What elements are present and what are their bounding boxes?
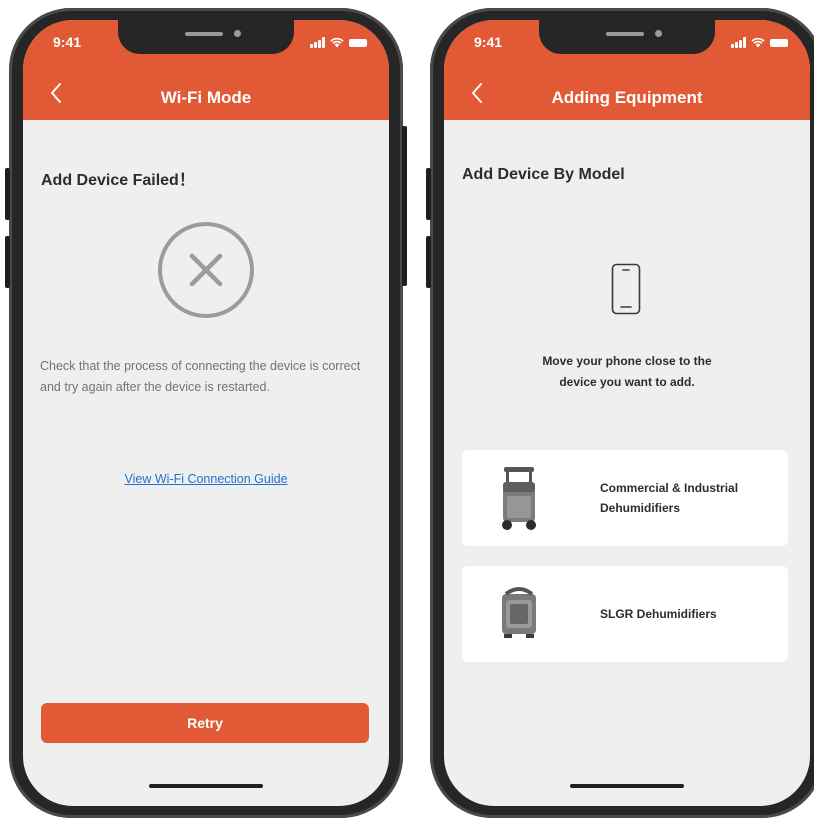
hint-line-2: device you want to add. xyxy=(559,375,695,389)
dehumidifier-tall-icon xyxy=(502,467,536,530)
wifi-mode-screen: 9:41 Wi-Fi Mode Add Device Failed！ Check… xyxy=(23,20,389,806)
status-icons xyxy=(310,34,367,48)
home-indicator xyxy=(570,784,684,788)
nav-header: 9:41 xyxy=(444,20,810,120)
status-time: 9:41 xyxy=(53,34,82,50)
adding-equipment-screen: 9:41 Adding Equipment Add Device By Mode… xyxy=(444,20,810,806)
model-label: Commercial & Industrial Dehumidifiers xyxy=(600,481,739,515)
front-camera xyxy=(655,30,662,37)
volume-down-button xyxy=(5,236,10,288)
status-time: 9:41 xyxy=(474,34,503,50)
nav-header: 9:41 xyxy=(23,20,389,120)
volume-up-button xyxy=(5,168,10,220)
stage: 9:41 Wi-Fi Mode Add Device Failed！ Check… xyxy=(0,0,814,824)
wifi-icon xyxy=(751,37,765,48)
smartphone-icon xyxy=(611,263,641,315)
speaker-grille xyxy=(606,32,644,36)
nav-title: Wi-Fi Mode xyxy=(160,88,252,107)
volume-down-button xyxy=(426,236,431,288)
phone-frame-adding-equipment: 9:41 Adding Equipment Add Device By Mode… xyxy=(426,8,814,818)
nav-title: Adding Equipment xyxy=(551,88,703,107)
cellular-signal-icon xyxy=(310,37,325,48)
notch xyxy=(118,20,294,54)
phone-frame-wifi-mode: 9:41 Wi-Fi Mode Add Device Failed！ Check… xyxy=(5,8,407,818)
model-card-slgr[interactable]: SLGR Dehumidifiers xyxy=(462,566,788,662)
hint-line-1: Move your phone close to the xyxy=(542,354,712,368)
status-icons xyxy=(731,34,788,48)
cellular-signal-icon xyxy=(731,37,746,48)
model-label: SLGR Dehumidifiers xyxy=(600,607,717,621)
page-title: Add Device By Model xyxy=(462,166,625,183)
power-button xyxy=(402,126,407,286)
page-title: Add Device Failed！ xyxy=(41,172,195,189)
failure-x-circle-icon xyxy=(158,222,254,318)
failure-message: Check that the process of connecting the… xyxy=(40,359,361,394)
battery-icon xyxy=(349,39,367,47)
proximity-hint: Move your phone close to the device you … xyxy=(444,351,810,393)
wifi-guide-link[interactable]: View Wi-Fi Connection Guide xyxy=(23,472,389,486)
notch xyxy=(539,20,715,54)
wifi-icon xyxy=(330,37,344,48)
speaker-grille xyxy=(185,32,223,36)
dehumidifier-compact-icon xyxy=(502,587,536,638)
model-card-commercial-industrial[interactable]: Commercial & Industrial Dehumidifiers xyxy=(462,450,788,546)
battery-icon xyxy=(770,39,788,47)
front-camera xyxy=(234,30,241,37)
volume-up-button xyxy=(426,168,431,220)
retry-button[interactable]: Retry xyxy=(41,703,369,743)
home-indicator xyxy=(149,784,263,788)
